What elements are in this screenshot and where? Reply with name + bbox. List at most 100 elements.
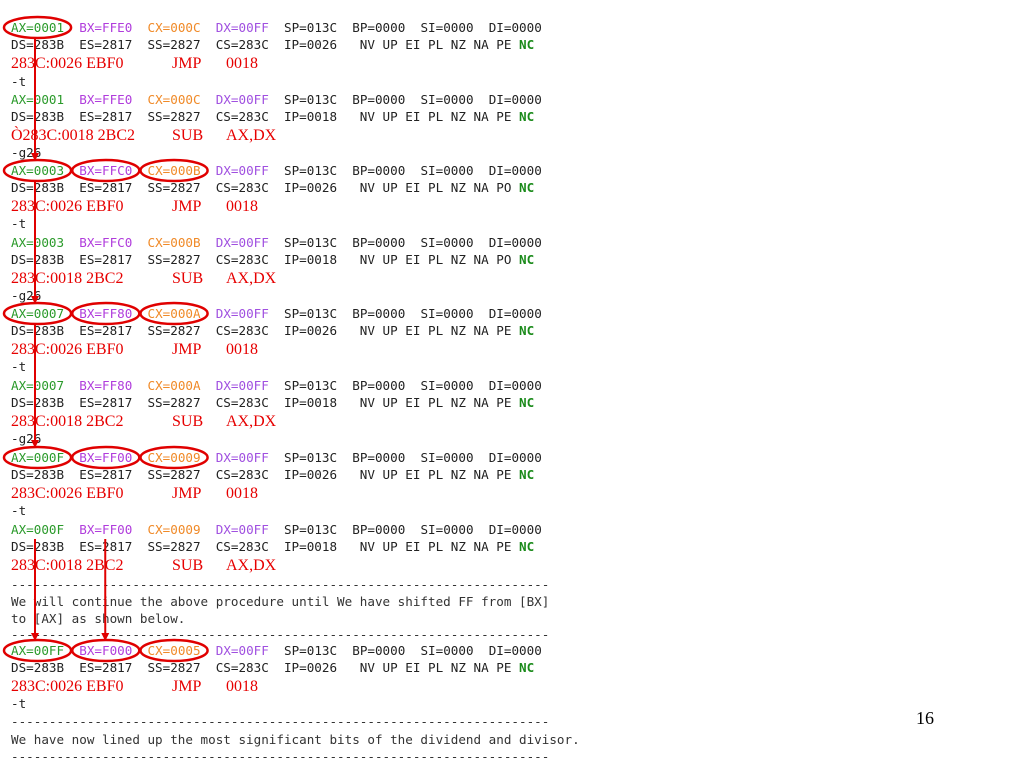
page-number: 16 — [916, 708, 934, 728]
register-text — [64, 306, 79, 321]
register-bx: BX=F000 — [79, 643, 133, 658]
register-text: SP=013C BP=0000 SI=0000 DI=0000 — [268, 163, 542, 178]
register-line: AX=0003 BX=FFC0 CX=000B DX=00FF SP=013C … — [11, 163, 542, 179]
instruction-address: 283C:0018 2BC2 — [11, 270, 124, 287]
register-text: SP=013C BP=0000 SI=0000 DI=0000 — [268, 92, 542, 107]
instruction-address: 283C:0018 2BC2 — [11, 557, 124, 574]
debug-command: -t — [11, 74, 27, 89]
segment-flags-line: DS=283B ES=2817 SS=2827 CS=283C IP=0026 … — [11, 660, 534, 676]
register-text — [64, 522, 79, 537]
debug-command: -t — [11, 359, 27, 374]
register-line: AX=0007 BX=FF80 CX=000A DX=00FF SP=013C … — [11, 378, 542, 394]
carry-flag: NC — [519, 323, 535, 338]
register-text — [64, 643, 79, 658]
divider-line: ----------------------------------------… — [11, 577, 550, 592]
register-bx: BX=FFE0 — [79, 20, 133, 35]
instruction-opcode: JMP — [172, 198, 202, 215]
register-text — [64, 450, 79, 465]
segment-flags-text: DS=283B ES=2817 SS=2827 CS=283C IP=0018 … — [11, 252, 519, 267]
register-dx: DX=00FF — [215, 20, 269, 35]
instruction-operand: AX,DX — [226, 557, 277, 574]
instruction-line: 283C:0026 EBF0 JMP 0018 — [11, 341, 258, 359]
instruction-opcode: SUB — [172, 557, 204, 574]
register-dx: DX=00FF — [215, 92, 269, 107]
register-text: SP=013C BP=0000 SI=0000 DI=0000 — [268, 20, 542, 35]
segment-flags-text: DS=283B ES=2817 SS=2827 CS=283C IP=0018 … — [11, 395, 519, 410]
debug-command: -g26 — [11, 431, 42, 446]
register-cx: CX=000C — [147, 20, 201, 35]
register-text — [64, 235, 79, 250]
carry-flag: NC — [519, 395, 535, 410]
register-text — [132, 643, 147, 658]
instruction-opcode: JMP — [172, 678, 202, 695]
instruction-operand: 0018 — [226, 198, 258, 215]
instruction-operand: 0018 — [226, 678, 258, 695]
register-text — [132, 306, 147, 321]
instruction-address: 283C:0026 EBF0 — [11, 198, 124, 215]
register-text — [132, 20, 147, 35]
instruction-operand: 0018 — [226, 55, 258, 72]
debug-command: -g26 — [11, 145, 42, 160]
register-text — [132, 92, 147, 107]
debug-command: -t — [11, 216, 27, 231]
register-text — [201, 306, 216, 321]
register-bx: BX=FF00 — [79, 450, 133, 465]
segment-flags-text: DS=283B ES=2817 SS=2827 CS=283C IP=0018 … — [11, 109, 519, 124]
instruction-line: 283C:0026 EBF0 JMP 0018 — [11, 485, 258, 503]
instruction-opcode: SUB — [172, 127, 204, 144]
register-bx: BX=FF80 — [79, 378, 133, 393]
segment-flags-line: DS=283B ES=2817 SS=2827 CS=283C IP=0018 … — [11, 395, 534, 411]
register-dx: DX=00FF — [215, 378, 269, 393]
instruction-line: 283C:0018 2BC2 SUB AX,DX — [11, 270, 276, 288]
carry-flag: NC — [519, 467, 535, 482]
instruction-opcode: JMP — [172, 485, 202, 502]
register-bx: BX=FFC0 — [79, 235, 133, 250]
register-dx: DX=00FF — [215, 163, 269, 178]
register-text — [64, 20, 79, 35]
instruction-address: Ò283C:0018 2BC2 — [11, 127, 136, 144]
instruction-opcode: JMP — [172, 341, 202, 358]
register-text: SP=013C BP=0000 SI=0000 DI=0000 — [268, 235, 542, 250]
instruction-address: 283C:0026 EBF0 — [11, 485, 124, 502]
register-line: AX=0001 BX=FFE0 CX=000C DX=00FF SP=013C … — [11, 92, 542, 108]
segment-flags-text: DS=283B ES=2817 SS=2827 CS=283C IP=0026 … — [11, 660, 519, 675]
register-cx: CX=000C — [147, 92, 201, 107]
segment-flags-line: DS=283B ES=2817 SS=2827 CS=283C IP=0026 … — [11, 180, 534, 196]
register-line: AX=00FF BX=F000 CX=0005 DX=00FF SP=013C … — [11, 643, 542, 659]
instruction-line: 283C:0026 EBF0 JMP 0018 — [11, 678, 258, 696]
segment-flags-text: DS=283B ES=2817 SS=2827 CS=283C IP=0018 … — [11, 539, 519, 554]
register-text: SP=013C BP=0000 SI=0000 DI=0000 — [268, 522, 542, 537]
register-text — [201, 20, 216, 35]
slide: AX=0001 BX=FFE0 CX=000C DX=00FF SP=013C … — [0, 0, 1024, 768]
instruction-line: 283C:0026 EBF0 JMP 0018 — [11, 198, 258, 216]
instruction-operand: 0018 — [226, 341, 258, 358]
debug-command: -t — [11, 696, 27, 711]
instruction-operand: AX,DX — [226, 127, 277, 144]
register-line: AX=000F BX=FF00 CX=0009 DX=00FF SP=013C … — [11, 450, 542, 466]
register-text — [201, 522, 216, 537]
register-text — [132, 522, 147, 537]
register-text — [201, 643, 216, 658]
register-text — [201, 235, 216, 250]
register-ax: AX=0007 — [11, 306, 65, 321]
register-ax: AX=0003 — [11, 235, 65, 250]
register-text — [132, 378, 147, 393]
segment-flags-line: DS=283B ES=2817 SS=2827 CS=283C IP=0026 … — [11, 323, 534, 339]
register-bx: BX=FFE0 — [79, 92, 133, 107]
segment-flags-line: DS=283B ES=2817 SS=2827 CS=283C IP=0018 … — [11, 252, 534, 268]
register-ax: AX=000F — [11, 522, 65, 537]
register-ax: AX=00FF — [11, 643, 65, 658]
segment-flags-line: DS=283B ES=2817 SS=2827 CS=283C IP=0026 … — [11, 37, 534, 53]
register-cx: CX=000B — [147, 235, 201, 250]
segment-flags-text: DS=283B ES=2817 SS=2827 CS=283C IP=0026 … — [11, 180, 519, 195]
instruction-address: 283C:0018 2BC2 — [11, 413, 124, 430]
instruction-opcode: SUB — [172, 413, 204, 430]
register-dx: DX=00FF — [215, 450, 269, 465]
register-cx: CX=000B — [147, 163, 201, 178]
instruction-operand: AX,DX — [226, 270, 277, 287]
register-cx: CX=000A — [147, 306, 201, 321]
carry-flag: NC — [519, 252, 535, 267]
carry-flag: NC — [519, 37, 535, 52]
register-bx: BX=FF00 — [79, 522, 133, 537]
register-text — [201, 450, 216, 465]
